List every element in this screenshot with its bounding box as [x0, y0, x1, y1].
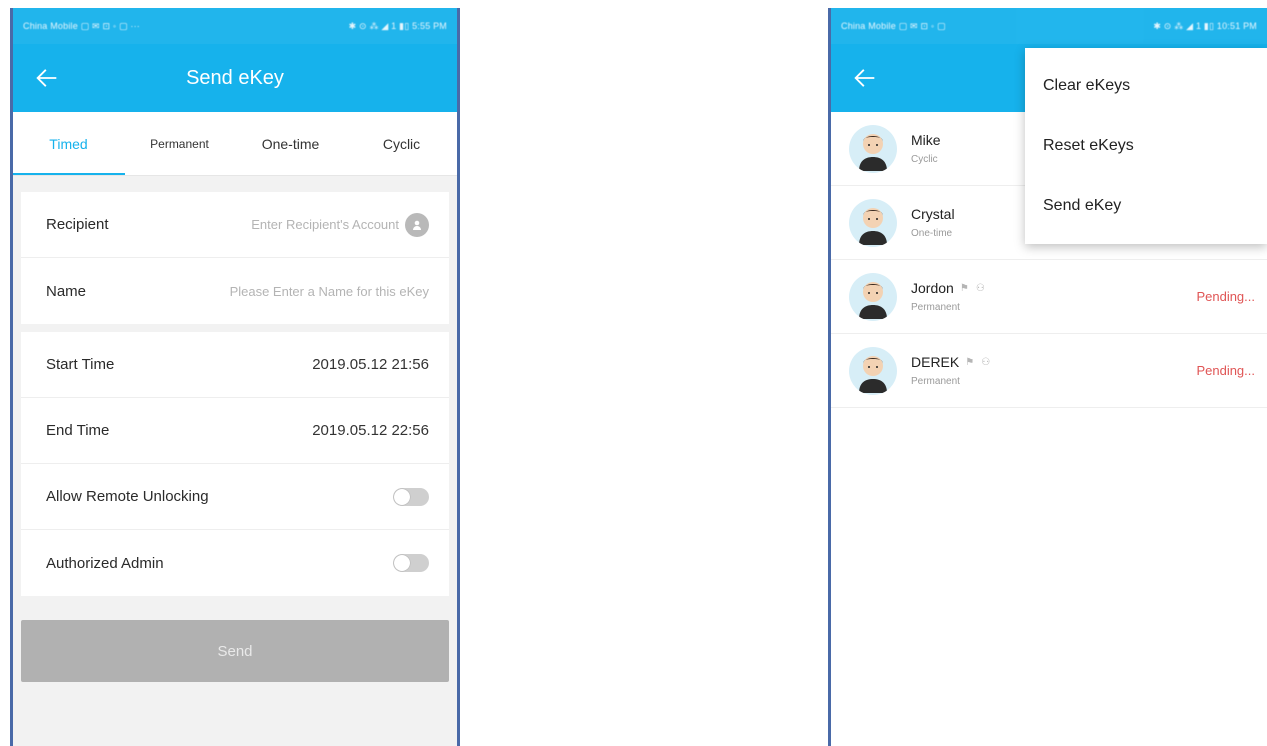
overflow-menu: Clear eKeys Reset eKeys Send eKey	[1025, 48, 1267, 244]
avatar	[849, 198, 897, 247]
allow-remote-toggle[interactable]	[393, 487, 429, 506]
back-arrow-icon[interactable]	[851, 64, 879, 92]
end-time-label: End Time	[46, 422, 110, 439]
recipient-input-wrap	[184, 212, 429, 237]
avatar	[849, 272, 897, 321]
avatar	[849, 124, 897, 173]
name-row: Name	[21, 258, 449, 324]
ekey-list-screen: China Mobile ▢ ✉ ⊡ ◦ ▢ ✱ ⊙ ⁂ ◢ 1 ▮▯ 10:5…	[828, 8, 1267, 746]
tab-one-time[interactable]: One-time	[235, 112, 346, 175]
status-bar: China Mobile ▢ ✉ ⊡ ◦ ▢ ··· ✱ ⊙ ⁂ ◢ 1 ▮▯ …	[13, 8, 457, 44]
tab-permanent[interactable]: Permanent	[124, 112, 235, 175]
screenshot-canvas: China Mobile ▢ ✉ ⊡ ◦ ▢ ··· ✱ ⊙ ⁂ ◢ 1 ▮▯ …	[0, 0, 1267, 746]
ekey-name-input[interactable]	[129, 283, 429, 299]
menu-reset-ekeys[interactable]: Reset eKeys	[1025, 116, 1267, 176]
flag-icon: ⚑	[965, 357, 975, 368]
item-type: Permanent	[911, 376, 960, 387]
status-left: China Mobile ▢ ✉ ⊡ ◦ ▢	[841, 20, 946, 31]
item-name-row: Jordon ⚑ ⚇	[911, 280, 1196, 296]
item-type: Permanent	[911, 302, 960, 313]
list-item[interactable]: Jordon ⚑ ⚇ Permanent Pending...	[831, 260, 1267, 334]
allow-remote-row: Allow Remote Unlocking	[21, 464, 449, 530]
time-card: Start Time 2019.05.12 21:56 End Time 201…	[21, 332, 449, 596]
status-right: ✱ ⊙ ⁂ ◢ 1 ▮▯ 5:55 PM	[348, 20, 447, 31]
authorized-admin-row: Authorized Admin	[21, 530, 449, 596]
status-bar: China Mobile ▢ ✉ ⊡ ◦ ▢ ✱ ⊙ ⁂ ◢ 1 ▮▯ 10:5…	[831, 8, 1267, 44]
user-icon: ⚇	[975, 283, 985, 294]
item-name: Jordon	[911, 280, 954, 296]
recipient-label: Recipient	[46, 216, 109, 233]
back-arrow-icon[interactable]	[33, 64, 61, 92]
send-ekey-screen: China Mobile ▢ ✉ ⊡ ◦ ▢ ··· ✱ ⊙ ⁂ ◢ 1 ▮▯ …	[10, 8, 460, 746]
menu-clear-ekeys[interactable]: Clear eKeys	[1025, 56, 1267, 116]
user-icon: ⚇	[981, 357, 991, 368]
item-name: DEREK	[911, 354, 960, 370]
name-label: Name	[46, 282, 87, 300]
recipient-row: Recipient	[21, 192, 449, 258]
authorized-admin-toggle[interactable]	[393, 554, 429, 572]
status-badge: Pending...	[1196, 363, 1255, 378]
page-title: Send eKey	[186, 66, 284, 89]
item-name-row: DEREK ⚑ ⚇	[911, 354, 1196, 370]
recipient-card: Recipient Name	[21, 192, 449, 324]
tab-timed[interactable]: Timed	[13, 112, 124, 175]
list-item[interactable]: DEREK ⚑ ⚇ Permanent Pending...	[831, 334, 1267, 408]
contacts-icon[interactable]	[405, 212, 429, 237]
allow-remote-label: Allow Remote Unlocking	[46, 488, 209, 505]
recipient-input[interactable]	[184, 217, 399, 232]
tab-cyclic[interactable]: Cyclic	[346, 112, 457, 175]
ekey-type-tabs: Timed Permanent One-time Cyclic	[13, 112, 457, 176]
app-bar: Send eKey	[13, 44, 457, 112]
item-text: Jordon ⚑ ⚇ Permanent	[911, 280, 1196, 313]
status-badge: Pending...	[1196, 289, 1255, 304]
end-time-value: 2019.05.12 22:56	[312, 422, 429, 439]
item-text: DEREK ⚑ ⚇ Permanent	[911, 354, 1196, 387]
authorized-admin-label: Authorized Admin	[46, 554, 164, 572]
start-time-value: 2019.05.12 21:56	[312, 356, 429, 373]
start-time-row[interactable]: Start Time 2019.05.12 21:56	[21, 332, 449, 398]
start-time-label: Start Time	[46, 356, 115, 373]
menu-send-ekey[interactable]: Send eKey	[1025, 176, 1267, 236]
send-button[interactable]: Send	[21, 620, 449, 682]
end-time-row[interactable]: End Time 2019.05.12 22:56	[21, 398, 449, 464]
status-left: China Mobile ▢ ✉ ⊡ ◦ ▢ ···	[23, 20, 141, 31]
status-right: ✱ ⊙ ⁂ ◢ 1 ▮▯ 10:51 PM	[1153, 20, 1257, 31]
active-tab-indicator	[13, 173, 125, 175]
flag-icon: ⚑	[959, 283, 969, 294]
avatar	[849, 346, 897, 395]
